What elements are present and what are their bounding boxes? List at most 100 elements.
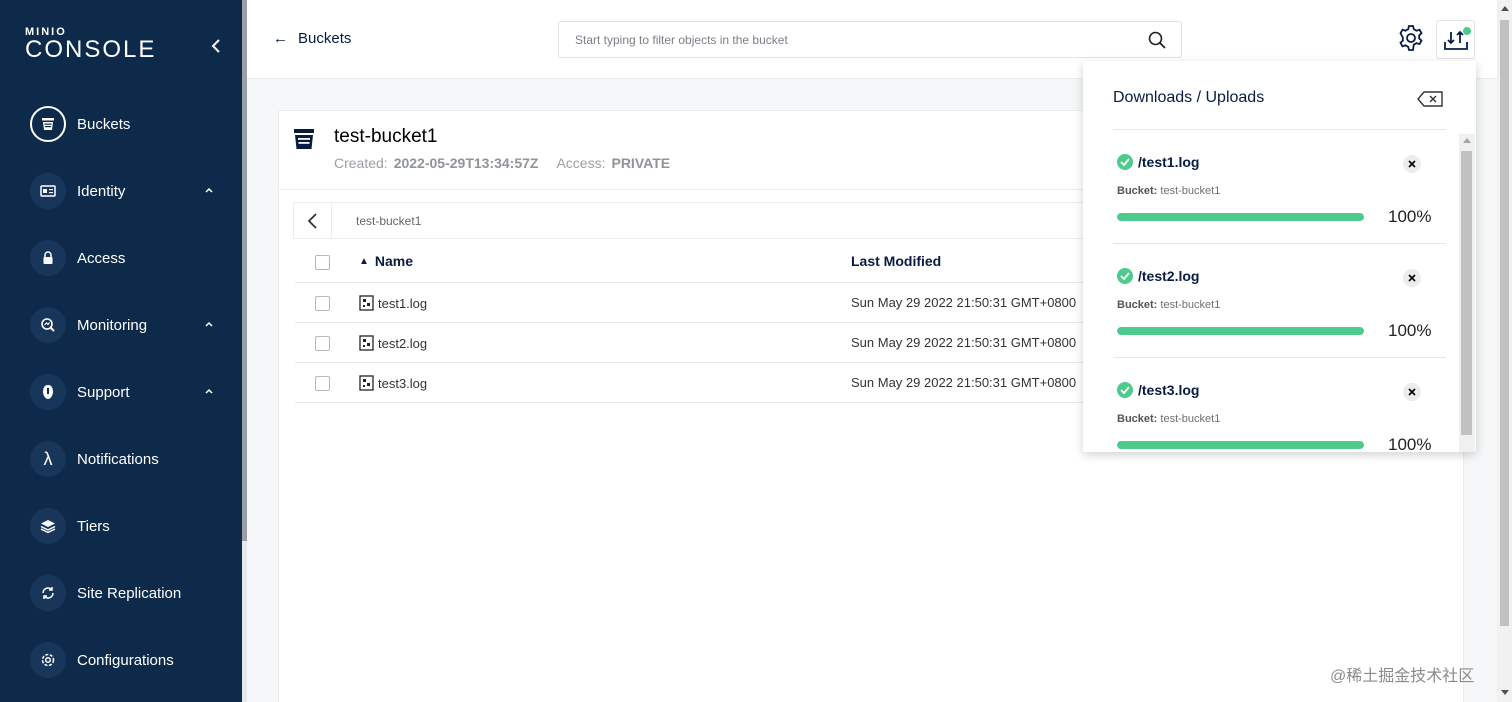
logo-big-text: CONSOLE (25, 36, 157, 63)
file-name-cell: test2.log (359, 335, 427, 351)
progress-bar (1117, 441, 1364, 449)
transfer-item: /test2.log Bucket: test-bucket1 100% (1113, 244, 1446, 358)
progress-bar (1117, 213, 1364, 221)
clear-all-button[interactable] (1417, 91, 1443, 112)
file-icon (359, 295, 374, 311)
bucket-icon (293, 127, 315, 156)
progress-percent: 100% (1388, 207, 1432, 226)
lock-icon (30, 240, 66, 276)
back-to-buckets-link[interactable]: ← Buckets (273, 30, 351, 47)
select-all-checkbox[interactable] (315, 255, 330, 270)
transfer-bucket: Bucket: test-bucket1 (1117, 413, 1220, 425)
sidebar-scrollbar-thumb[interactable] (242, 0, 247, 541)
downloads-uploads-panel: Downloads / Uploads /test1.log Bucket: t… (1083, 61, 1476, 452)
magnifier-chart-icon (30, 307, 66, 343)
progress-fill (1117, 213, 1364, 221)
sidebar-item-label: Tiers (77, 517, 110, 535)
file-name-cell: test3.log (359, 375, 427, 391)
scroll-down-arrow-icon[interactable] (1501, 690, 1509, 695)
downloads-uploads-button[interactable] (1436, 20, 1475, 59)
access-label: Access: (556, 155, 606, 171)
search-box (558, 21, 1182, 58)
bucket-meta: Created: 2022-05-29T13:34:57Z Access: PRIVA… (334, 155, 688, 171)
remove-transfer-button[interactable] (1403, 155, 1421, 173)
check-circle-icon (1117, 382, 1133, 398)
last-modified-cell: Sun May 29 2022 21:50:31 GMT+0800 (851, 295, 1077, 310)
gear-icon (1399, 25, 1423, 51)
sidebar-item-access[interactable]: Access (30, 238, 230, 278)
window-scrollbar-thumb[interactable] (1500, 20, 1509, 626)
search-icon[interactable] (1147, 30, 1167, 50)
progress-percent: 100% (1388, 435, 1432, 452)
sidebar-item-support[interactable]: Support (30, 372, 230, 412)
sidebar: MINIO CONSOLE Buckets Identity Access Mo… (0, 0, 242, 702)
minio-logo[interactable]: MINIO CONSOLE (25, 27, 156, 62)
scroll-up-arrow-icon[interactable] (1463, 138, 1471, 143)
file-name: test2.log (378, 335, 428, 351)
watermark: @稀土掘金技术社区 (1330, 668, 1475, 685)
layers-icon (30, 508, 66, 544)
id-card-icon (30, 173, 66, 209)
breadcrumb-back-button[interactable] (294, 203, 332, 238)
sidebar-item-configurations[interactable]: Configurations (30, 640, 230, 680)
last-modified-column-header[interactable]: Last Modified (851, 253, 941, 269)
sidebar-item-monitoring[interactable]: Monitoring (30, 305, 230, 345)
scroll-up-arrow-icon[interactable] (1501, 6, 1509, 11)
panel-scrollbar[interactable] (1459, 134, 1475, 452)
transfer-file-name: /test1.log (1138, 154, 1200, 170)
check-circle-icon (1117, 154, 1133, 170)
bucket-value: test-bucket1 (1160, 413, 1221, 425)
name-column-header[interactable]: ▲ Name (359, 253, 413, 269)
sidebar-item-label: Buckets (77, 115, 131, 133)
close-icon (1408, 388, 1416, 396)
sidebar-item-notifications[interactable]: λ Notifications (30, 439, 230, 479)
back-link-label: Buckets (298, 30, 352, 47)
sidebar-item-identity[interactable]: Identity (30, 171, 230, 211)
chevron-up-icon (205, 187, 213, 193)
file-name-cell: test1.log (359, 295, 427, 311)
sidebar-item-label: Site Replication (77, 584, 182, 602)
transfer-item: /test1.log Bucket: test-bucket1 100% (1113, 130, 1446, 244)
close-icon (1408, 274, 1416, 282)
bucket-label: Bucket: (1117, 413, 1158, 425)
sidebar-item-label: Access (77, 249, 126, 267)
transfer-bucket: Bucket: test-bucket1 (1117, 185, 1220, 197)
panel-title: Downloads / Uploads (1113, 89, 1265, 106)
sidebar-item-tiers[interactable]: Tiers (30, 506, 230, 546)
sync-icon (30, 575, 66, 611)
bucket-value: test-bucket1 (1160, 185, 1221, 197)
row-checkbox[interactable] (315, 296, 330, 311)
file-icon (359, 335, 374, 351)
collapse-sidebar-icon[interactable] (206, 36, 226, 56)
settings-gear-button[interactable] (1397, 24, 1425, 57)
breadcrumb-path[interactable]: test-bucket1 (356, 214, 421, 228)
remove-transfer-button[interactable] (1403, 269, 1421, 287)
sidebar-item-site-replication[interactable]: Site Replication (30, 573, 230, 613)
panel-scrollbar-thumb[interactable] (1461, 151, 1472, 435)
bucket-name-title: test-bucket1 (334, 126, 438, 147)
window-scrollbar[interactable] (1497, 0, 1512, 702)
sidebar-item-label: Monitoring (77, 316, 148, 334)
search-input[interactable] (559, 22, 1119, 57)
sidebar-scrollbar-track (242, 541, 247, 702)
check-circle-icon (1117, 268, 1133, 284)
transfer-bucket: Bucket: test-bucket1 (1117, 299, 1220, 311)
bucket-label: Bucket: (1117, 185, 1158, 197)
chevron-left-icon (307, 212, 317, 229)
progress-fill (1117, 327, 1364, 335)
last-modified-cell: Sun May 29 2022 21:50:31 GMT+0800 (851, 335, 1077, 350)
last-modified-cell: Sun May 29 2022 21:50:31 GMT+0800 (851, 375, 1077, 390)
chevron-up-icon (205, 321, 213, 327)
sidebar-item-buckets[interactable]: Buckets (30, 104, 230, 144)
gear-icon (30, 642, 66, 678)
transfer-item: /test3.log Bucket: test-bucket1 100% (1113, 358, 1446, 452)
support-icon (30, 374, 66, 410)
column-label: Name (374, 253, 414, 269)
close-icon (1408, 160, 1416, 168)
row-checkbox[interactable] (315, 376, 330, 391)
remove-transfer-button[interactable] (1403, 383, 1421, 401)
transfer-file-name: /test3.log (1138, 382, 1200, 398)
arrow-left-icon: ← (273, 30, 288, 47)
file-icon (359, 375, 374, 391)
row-checkbox[interactable] (315, 336, 330, 351)
